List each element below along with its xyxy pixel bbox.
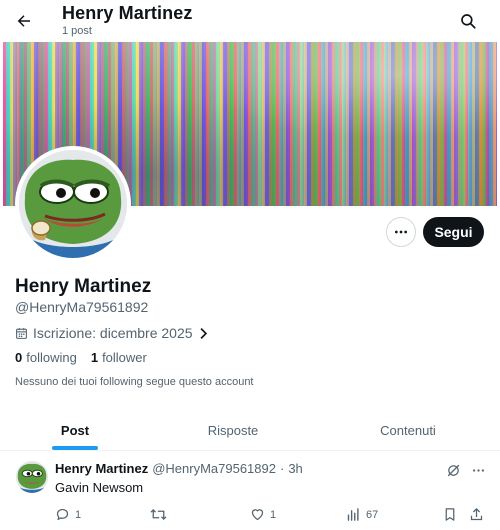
post-item[interactable]: Henry Martinez @HenryMa79561892 · 3h Gav… — [0, 451, 500, 530]
share-icon — [470, 507, 483, 521]
join-date-label: Iscrizione: dicembre 2025 — [33, 325, 193, 341]
like-count: 1 — [270, 508, 277, 521]
repost-icon — [150, 508, 167, 521]
follow-counts: 0 following 1 follower — [15, 350, 147, 365]
top-bar: Henry Martinez 1 post — [0, 0, 500, 42]
join-date[interactable]: Iscrizione: dicembre 2025 — [15, 324, 209, 342]
post-author[interactable]: Henry Martinez — [55, 461, 148, 476]
reply-button[interactable]: 1 — [55, 507, 81, 522]
analytics-icon — [347, 508, 359, 521]
mutual-followers-note: Nessuno dei tuoi following segue questo … — [15, 376, 254, 388]
frog-avatar-icon — [16, 461, 48, 493]
active-tab-indicator — [52, 446, 98, 450]
tab-risposte[interactable]: Risposte — [158, 410, 308, 450]
calendar-icon — [16, 327, 27, 339]
post-text: Gavin Newsom — [55, 480, 144, 495]
avatar-image — [19, 150, 127, 258]
following-link[interactable]: 0 following — [15, 350, 77, 365]
reply-count: 1 — [75, 508, 82, 521]
search-icon — [461, 14, 476, 29]
back-button[interactable] — [10, 7, 38, 35]
bookmark-button[interactable] — [443, 507, 457, 522]
heart-icon — [251, 509, 264, 521]
tab-post[interactable]: Post — [0, 410, 150, 450]
profile-avatar[interactable] — [15, 146, 131, 262]
views-count: 67 — [366, 508, 379, 521]
post-avatar[interactable] — [16, 461, 48, 493]
header-title: Henry Martinez — [62, 3, 193, 23]
post-time[interactable]: 3h — [288, 461, 302, 476]
reply-icon — [56, 508, 69, 521]
followers-label: follower — [102, 350, 147, 365]
post-handle[interactable]: @HenryMa79561892 — [152, 461, 276, 476]
like-button[interactable]: 1 — [250, 507, 276, 522]
arrow-left-icon — [17, 15, 30, 27]
followers-link[interactable]: 1 follower — [91, 350, 147, 365]
more-horizontal-icon — [472, 468, 484, 472]
repost-button[interactable] — [150, 507, 172, 522]
followers-count: 1 — [90, 350, 99, 365]
profile-name: Henry Martinez — [15, 276, 152, 297]
header-post-count: 1 post — [62, 25, 92, 37]
search-button[interactable] — [454, 7, 482, 35]
more-horizontal-icon — [395, 230, 407, 234]
profile-tabs: Post Risposte Contenuti — [0, 410, 500, 451]
chevron-right-icon — [200, 327, 207, 339]
follow-button[interactable]: Segui — [423, 217, 484, 247]
post-separator: · — [279, 461, 285, 476]
following-label: following — [26, 350, 77, 365]
more-options-button[interactable] — [386, 217, 416, 247]
following-count: 0 — [15, 350, 23, 365]
post-actions: 1 1 67 — [0, 507, 500, 523]
grok-button[interactable] — [444, 461, 462, 479]
bookmark-icon — [445, 508, 455, 521]
views-button[interactable]: 67 — [346, 507, 378, 522]
grok-icon — [447, 464, 459, 476]
profile-handle: @HenryMa79561892 — [15, 299, 149, 315]
frog-avatar-icon — [19, 150, 127, 258]
post-header: Henry Martinez @HenryMa79561892 · 3h — [55, 461, 303, 476]
share-button[interactable] — [469, 507, 484, 522]
tab-contenuti[interactable]: Contenuti — [330, 410, 486, 450]
post-more-button[interactable] — [469, 461, 487, 479]
